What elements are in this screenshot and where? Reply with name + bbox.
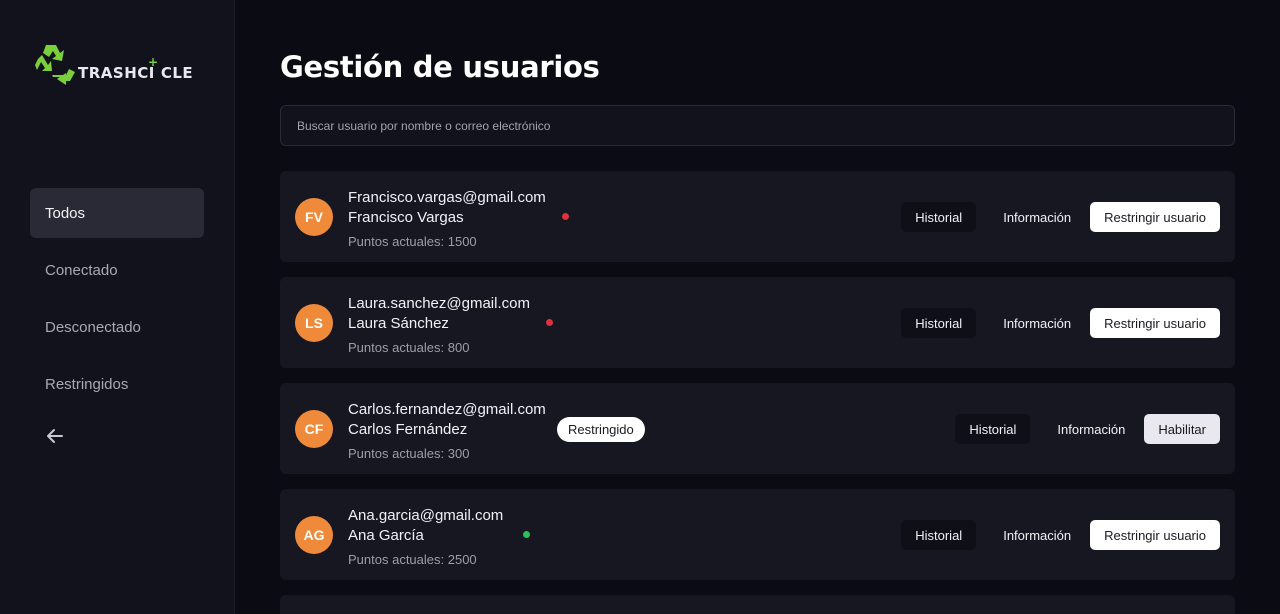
status-offline-dot [562, 213, 569, 220]
historial-button[interactable]: Historial [901, 308, 977, 338]
logo-wordmark: TRASHCI + CLE [78, 55, 194, 82]
informacion-button[interactable]: Información [989, 308, 1085, 338]
user-card: CF Carlos.fernandez@gmail.com Carlos Fer… [280, 383, 1235, 474]
informacion-button[interactable]: Información [1043, 414, 1139, 444]
user-name: Ana García [348, 527, 424, 544]
app-logo[interactable]: TRASHCI + CLE [32, 40, 193, 86]
user-card: FV Francisco.vargas@gmail.com Francisco … [280, 171, 1235, 262]
restringir-usuario-button[interactable]: Restringir usuario [1090, 308, 1220, 338]
main-content: Gestión de usuarios FV Francisco.vargas@… [280, 0, 1235, 614]
sidebar-item-label: Restringidos [45, 375, 129, 393]
user-info: Carlos.fernandez@gmail.com Carlos Fernán… [348, 400, 546, 462]
search-input[interactable] [280, 105, 1235, 146]
user-info: Laura.sanchez@gmail.com Laura Sánchez Pu… [348, 294, 530, 356]
user-actions: Historial Información Habilitar [955, 414, 1220, 444]
user-card: AG Ana.garcia@gmail.com Ana García Punto… [280, 489, 1235, 580]
sidebar: TRASHCI + CLE Todos Conectado Desconectado… [0, 0, 235, 614]
informacion-button[interactable]: Información [989, 202, 1085, 232]
informacion-button[interactable]: Información [989, 520, 1085, 550]
restringir-usuario-button[interactable]: Restringir usuario [1090, 520, 1220, 550]
user-actions: Historial Información Restringir usuario [901, 202, 1220, 232]
user-card: LS Laura.sanchez@gmail.com Laura Sánchez… [280, 277, 1235, 368]
sidebar-item-conectado[interactable]: Conectado [30, 245, 204, 295]
user-points: Puntos actuales: 2500 [348, 552, 477, 567]
user-email: Carlos.fernandez@gmail.com [348, 401, 546, 418]
user-list: FV Francisco.vargas@gmail.com Francisco … [280, 171, 1235, 614]
sidebar-nav: Todos Conectado Desconectado Restringido… [30, 188, 204, 456]
user-email: Ana.garcia@gmail.com [348, 507, 504, 524]
sidebar-item-desconectado[interactable]: Desconectado [30, 302, 204, 352]
sidebar-item-label: Todos [45, 204, 86, 222]
back-button[interactable] [30, 416, 204, 456]
sidebar-item-todos[interactable]: Todos [30, 188, 204, 238]
recycle-icon [35, 45, 75, 85]
sidebar-item-label: Conectado [45, 261, 118, 279]
status-online-dot [523, 531, 530, 538]
user-email: Francisco.vargas@gmail.com [348, 189, 546, 206]
user-name: Carlos Fernández [348, 421, 468, 438]
sidebar-item-label: Desconectado [45, 318, 141, 336]
user-info: Ana.garcia@gmail.com Ana García Puntos a… [348, 506, 503, 568]
avatar: AG [295, 516, 333, 554]
arrow-left-icon [47, 429, 63, 443]
logo-text-end: CLE [160, 64, 194, 82]
avatar: CF [295, 410, 333, 448]
logo-text-start: TRASHC [78, 64, 149, 82]
user-actions: Historial Información Restringir usuario [901, 308, 1220, 338]
user-name: Laura Sánchez [348, 315, 449, 332]
user-points: Puntos actuales: 800 [348, 340, 470, 355]
sidebar-item-restringidos[interactable]: Restringidos [30, 359, 204, 409]
page-title: Gestión de usuarios [280, 50, 600, 84]
status-offline-dot [546, 319, 553, 326]
status-badge: Restringido [557, 417, 645, 442]
user-points: Puntos actuales: 300 [348, 446, 470, 461]
avatar: LS [295, 304, 333, 342]
user-actions: Historial Información Restringir usuario [901, 520, 1220, 550]
user-name: Francisco Vargas [348, 209, 464, 226]
logo-plus: + [148, 55, 159, 69]
user-card [280, 595, 1235, 614]
historial-button[interactable]: Historial [901, 520, 977, 550]
user-points: Puntos actuales: 1500 [348, 234, 477, 249]
historial-button[interactable]: Historial [901, 202, 977, 232]
user-info: Francisco.vargas@gmail.com Francisco Var… [348, 188, 546, 250]
habilitar-button[interactable]: Habilitar [1144, 414, 1220, 444]
restringir-usuario-button[interactable]: Restringir usuario [1090, 202, 1220, 232]
user-email: Laura.sanchez@gmail.com [348, 295, 530, 312]
avatar: FV [295, 198, 333, 236]
historial-button[interactable]: Historial [955, 414, 1031, 444]
